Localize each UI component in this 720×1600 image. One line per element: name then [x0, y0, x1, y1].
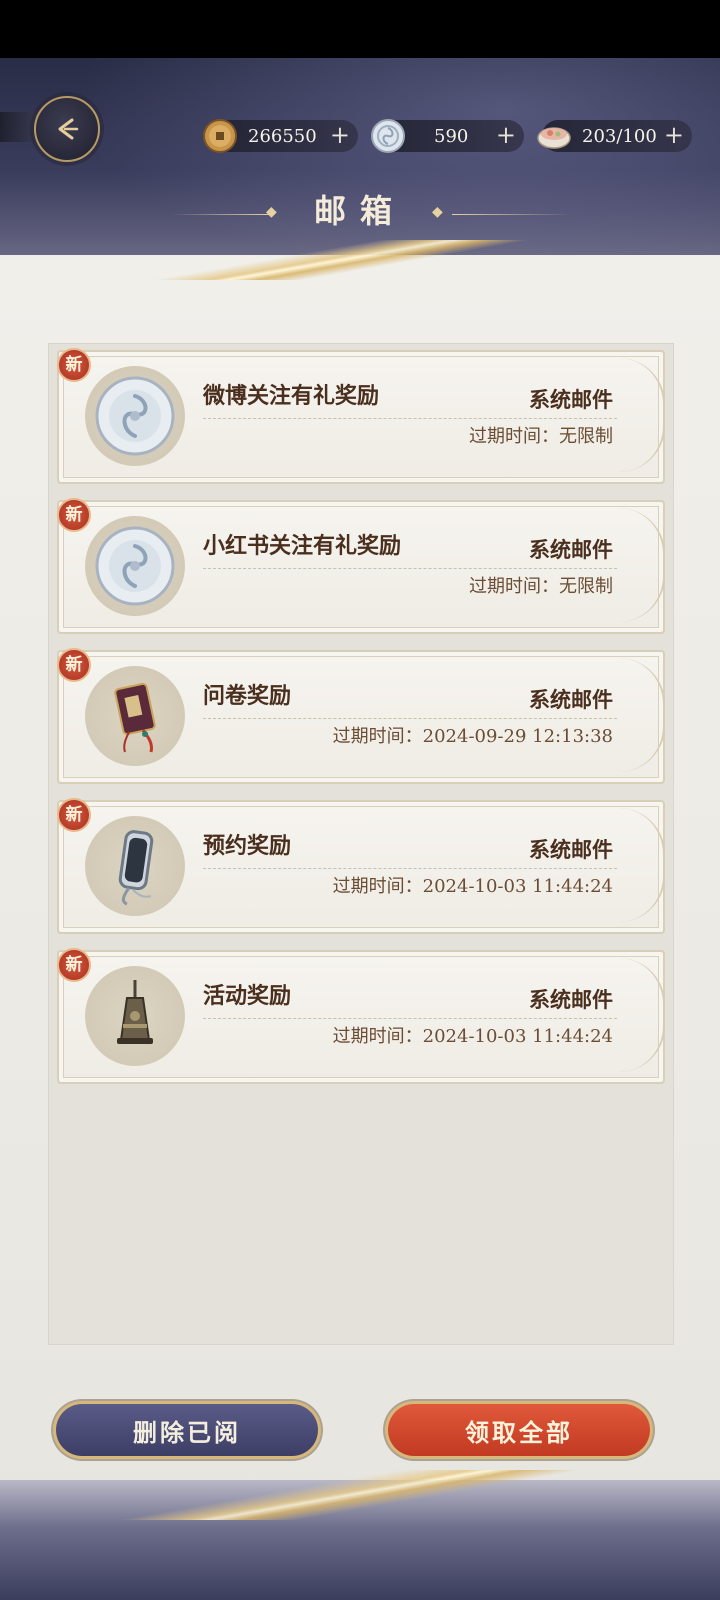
- scroll-decoration: [619, 358, 665, 472]
- currency-silver: 590 +: [371, 119, 524, 153]
- food-value: 203/100: [582, 125, 657, 147]
- mail-sender: 系统邮件: [529, 837, 613, 862]
- mail-expire-time: 过期时间：2024-10-03 11:44:24: [332, 1026, 613, 1047]
- add-silver-button[interactable]: +: [496, 120, 516, 150]
- item-frame: [85, 666, 185, 766]
- new-badge: 新: [57, 948, 91, 982]
- currency-coin: 266550 +: [203, 119, 358, 153]
- mail-subject: 小红书关注有礼奖励: [203, 533, 402, 559]
- mail-expire-time: 过期时间：无限制: [469, 576, 613, 597]
- mail-divider: [203, 1018, 617, 1019]
- item-frame: [85, 366, 185, 466]
- gold-ribbon-decoration: [0, 240, 720, 280]
- mail-divider: [203, 418, 617, 419]
- mail-subject: 活动奖励: [203, 983, 292, 1009]
- mail-expire-time: 过期时间：2024-09-29 12:13:38: [332, 726, 613, 747]
- mail-item[interactable]: 新 微博关注有礼奖励 系统邮件 过期时间：无限制: [57, 348, 665, 484]
- item-frame: [85, 516, 185, 616]
- silver-jade-icon: [371, 119, 405, 153]
- add-coin-button[interactable]: +: [330, 120, 350, 150]
- silver-jade-icon: [95, 526, 175, 606]
- back-button[interactable]: [34, 96, 100, 162]
- status-bar: [0, 0, 720, 58]
- mail-divider: [203, 868, 617, 869]
- scroll-decoration: [619, 658, 665, 772]
- new-badge: 新: [57, 798, 91, 832]
- page-title: 邮箱: [313, 192, 406, 230]
- mail-sender: 系统邮件: [529, 537, 613, 562]
- mail-subject: 问卷奖励: [203, 683, 292, 709]
- silver-jade-icon: [95, 376, 175, 456]
- mail-sender: 系统邮件: [529, 387, 613, 412]
- back-arrow-icon: [58, 118, 79, 140]
- mail-list[interactable]: 新 微博关注有礼奖励 系统邮件 过期时间：无限制 新 小红书关注有礼奖励 系统邮…: [48, 343, 674, 1345]
- mail-item[interactable]: 新 问卷奖励 系统邮件 过期时间：2024-09-29 12:13:38: [57, 648, 665, 784]
- scroll-decoration: [619, 958, 665, 1072]
- new-badge: 新: [57, 648, 91, 682]
- mail-item[interactable]: 新 活动奖励 系统邮件 过期时间：2024-10-03 11:44:24: [57, 948, 665, 1084]
- mail-sender: 系统邮件: [529, 687, 613, 712]
- bell-icon: [117, 980, 153, 1044]
- item-frame: [85, 966, 185, 1066]
- mail-item[interactable]: 新 小红书关注有礼奖励 系统邮件 过期时间：无限制: [57, 498, 665, 634]
- scroll-decoration: [619, 508, 665, 622]
- new-badge: 新: [57, 348, 91, 382]
- mail-expire-time: 过期时间：无限制: [469, 426, 613, 447]
- mail-subject: 微博关注有礼奖励: [203, 383, 380, 409]
- title-ornament-right: ◆: [432, 204, 443, 220]
- gold-ribbon-decoration-bottom: [0, 1470, 720, 1520]
- food-bowl-icon: [537, 127, 571, 149]
- currency-food: 203/100 +: [537, 120, 692, 152]
- tassel-pendant-icon: [114, 682, 156, 753]
- mail-expire-time: 过期时间：2024-10-03 11:44:24: [332, 876, 613, 897]
- mail-divider: [203, 718, 617, 719]
- mail-item[interactable]: 新 预约奖励 系统邮件 过期时间：2024-10-03 11:44:24: [57, 798, 665, 934]
- copper-coin-icon: [203, 119, 237, 153]
- title-bar: ◆ 邮箱 ◆: [0, 186, 720, 236]
- scroll-decoration: [619, 808, 665, 922]
- add-food-button[interactable]: +: [664, 120, 684, 150]
- delete-read-button[interactable]: 删除已阅: [56, 1404, 318, 1456]
- mail-divider: [203, 568, 617, 569]
- mail-subject: 预约奖励: [203, 833, 292, 859]
- item-frame: [85, 816, 185, 916]
- new-badge: 新: [57, 498, 91, 532]
- mail-sender: 系统邮件: [529, 987, 613, 1012]
- coin-value: 266550: [248, 125, 317, 147]
- title-line-right: [452, 214, 572, 215]
- mirror-icon: [118, 830, 154, 906]
- claim-all-button[interactable]: 领取全部: [388, 1404, 650, 1456]
